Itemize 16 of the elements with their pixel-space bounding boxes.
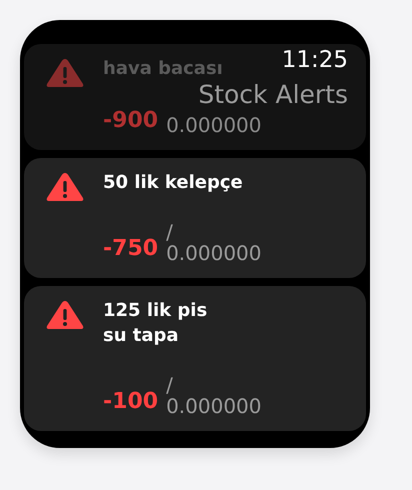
item-name: 125 lik pis su tapa — [103, 299, 208, 348]
warning-icon — [46, 172, 84, 202]
slash-separator: / — [166, 222, 174, 242]
app-title: Stock Alerts — [198, 80, 348, 110]
clock-time: 11:25 — [282, 46, 348, 74]
item-name: 50 lik kelepçe — [103, 171, 243, 195]
stock-quantity: -900 — [103, 108, 158, 134]
warning-icon — [46, 58, 84, 88]
warning-icon — [46, 300, 84, 330]
item-name: hava bacası — [103, 57, 223, 81]
slash-separator: / — [166, 375, 174, 395]
stock-quantity: -750 — [103, 236, 158, 262]
stock-quantity: -100 — [103, 389, 158, 415]
stock-reading: 0.000000 — [166, 242, 262, 264]
stock-reading: 0.000000 — [166, 395, 262, 417]
stock-reading: 0.000000 — [166, 114, 262, 136]
